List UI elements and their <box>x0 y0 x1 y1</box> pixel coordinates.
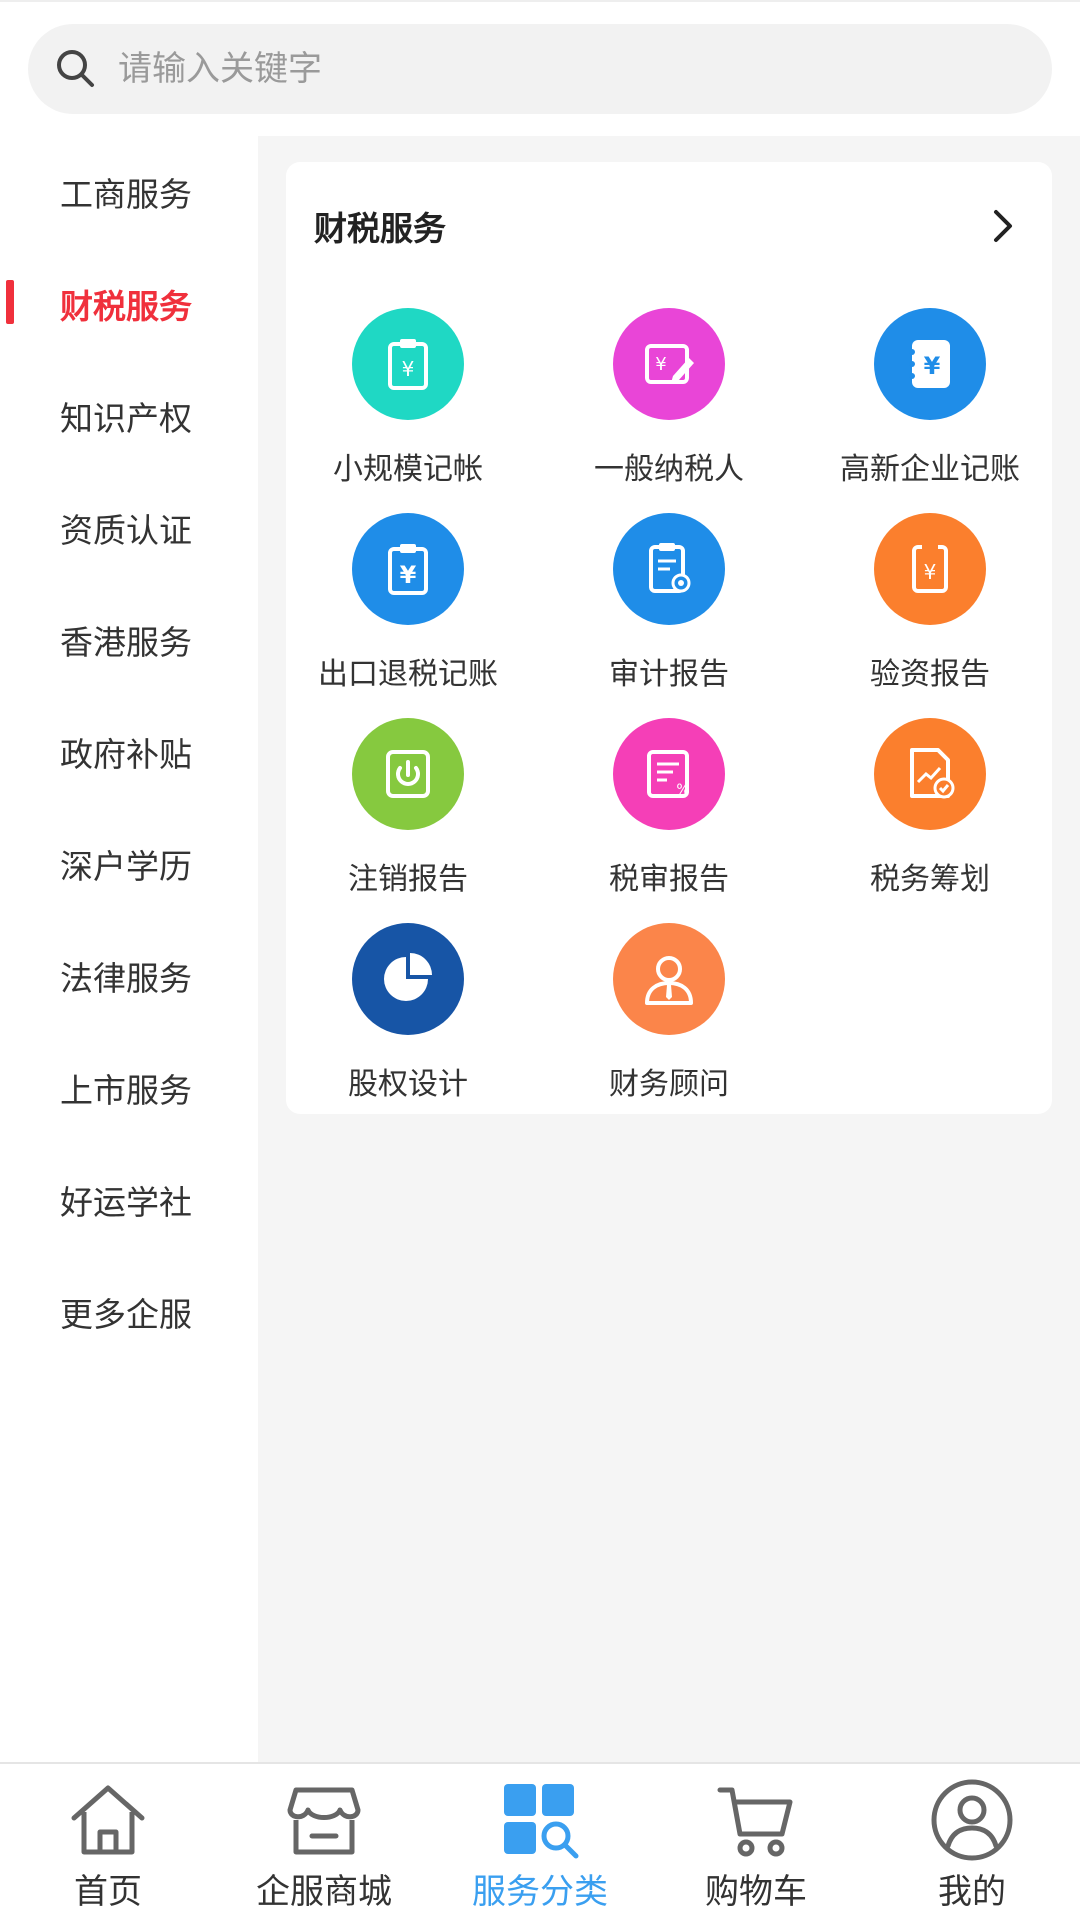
tab-label: 我的 <box>938 1872 1006 1912</box>
tab-cart[interactable]: 购物车 <box>648 1764 864 1920</box>
yen-document-icon: ¥ <box>874 513 986 625</box>
store-icon <box>287 1787 361 1855</box>
service-capital-verification[interactable]: ¥ 验资报告 <box>808 495 1052 700</box>
tab-profile[interactable]: 我的 <box>864 1764 1080 1920</box>
service-small-scale-bookkeeping[interactable]: ¥ 小规模记帐 <box>286 290 530 495</box>
cart-icon <box>717 1787 793 1857</box>
chevron-right-icon[interactable] <box>982 206 1022 246</box>
tab-store[interactable]: 企服商城 <box>216 1764 432 1920</box>
service-label: 注销报告 <box>348 862 468 897</box>
tab-label: 服务分类 <box>472 1872 608 1912</box>
sidebar-item-ip[interactable]: 知识产权 <box>0 360 258 472</box>
service-label: 验资报告 <box>870 657 990 692</box>
yen-notebook-icon: ¥ <box>874 308 986 420</box>
svg-text:¥: ¥ <box>655 354 666 375</box>
clipboard-yen-icon: ¥ <box>352 513 464 625</box>
sidebar-item-more[interactable]: 更多企服 <box>0 1256 258 1368</box>
search-header <box>0 0 1080 136</box>
tab-label: 首页 <box>74 1872 142 1912</box>
service-hightech-bookkeeping[interactable]: ¥ 高新企业记账 <box>808 290 1052 495</box>
sidebar-item-hukou-education[interactable]: 深户学历 <box>0 808 258 920</box>
tab-label: 企服商城 <box>256 1872 392 1912</box>
tab-home[interactable]: 首页 <box>0 1764 216 1920</box>
section-header[interactable]: 财税服务 <box>286 162 1052 290</box>
sidebar-item-business[interactable]: 工商服务 <box>0 136 258 248</box>
svg-text:¥: ¥ <box>924 560 937 584</box>
service-tax-audit-report[interactable]: % 税审报告 <box>547 700 791 905</box>
tab-service-category[interactable]: 服务分类 <box>432 1764 648 1920</box>
service-label: 高新企业记账 <box>840 452 1020 487</box>
sidebar-item-listing[interactable]: 上市服务 <box>0 1032 258 1144</box>
tax-form-icon: % <box>613 718 725 830</box>
service-card: 财税服务 ¥ 小规模记帐 ¥ 一般纳税人 ¥ 高新企业记账 ¥ 出口退税记账 审… <box>286 162 1052 1114</box>
service-label: 审计报告 <box>609 657 729 692</box>
tab-label: 购物车 <box>705 1872 807 1912</box>
yen-pen-icon: ¥ <box>613 308 725 420</box>
service-label: 财务顾问 <box>609 1067 729 1102</box>
sidebar-item-subsidy[interactable]: 政府补贴 <box>0 696 258 808</box>
sidebar-item-qualification[interactable]: 资质认证 <box>0 472 258 584</box>
bottom-tab-bar: 首页 企服商城 服务分类 购物车 我的 <box>0 1762 1080 1920</box>
consultant-icon <box>613 923 725 1035</box>
sidebar-item-legal[interactable]: 法律服务 <box>0 920 258 1032</box>
service-financial-consultant[interactable]: 财务顾问 <box>547 905 791 1110</box>
pie-chart-icon <box>352 923 464 1035</box>
svg-text:¥: ¥ <box>924 352 941 380</box>
svg-text:%: % <box>676 782 689 798</box>
sidebar-item-finance-tax[interactable]: 财税服务 <box>0 248 258 360</box>
trend-check-icon <box>874 718 986 830</box>
user-icon <box>931 1779 1013 1861</box>
svg-text:¥: ¥ <box>400 561 417 589</box>
service-label: 出口退税记账 <box>318 657 498 692</box>
service-label: 股权设计 <box>348 1067 468 1102</box>
svg-text:¥: ¥ <box>402 357 415 381</box>
service-equity-design[interactable]: 股权设计 <box>286 905 530 1110</box>
search-input[interactable] <box>118 49 1018 89</box>
service-label: 税务筹划 <box>870 862 990 897</box>
home-icon <box>71 1785 145 1855</box>
service-general-taxpayer[interactable]: ¥ 一般纳税人 <box>547 290 791 495</box>
sidebar-item-hongkong[interactable]: 香港服务 <box>0 584 258 696</box>
power-icon <box>352 718 464 830</box>
search-icon <box>57 50 94 87</box>
service-tax-planning[interactable]: 税务筹划 <box>808 700 1052 905</box>
search-bar[interactable] <box>28 24 1052 114</box>
service-label: 税审报告 <box>609 862 729 897</box>
service-export-rebate[interactable]: ¥ 出口退税记账 <box>286 495 530 700</box>
service-grid: ¥ 小规模记帐 ¥ 一般纳税人 ¥ 高新企业记账 ¥ 出口退税记账 审计报告 ¥… <box>286 290 1052 1110</box>
service-label: 一般纳税人 <box>594 452 744 487</box>
section-title: 财税服务 <box>314 209 446 248</box>
service-audit-report[interactable]: 审计报告 <box>547 495 791 700</box>
report-gear-icon <box>613 513 725 625</box>
clipboard-yen-icon: ¥ <box>352 308 464 420</box>
service-label: 小规模记帐 <box>333 452 483 487</box>
sidebar-item-academy[interactable]: 好运学社 <box>0 1144 258 1256</box>
category-sidebar: 工商服务 财税服务 知识产权 资质认证 香港服务 政府补贴 深户学历 法律服务 … <box>0 136 258 1762</box>
service-deregistration-report[interactable]: 注销报告 <box>286 700 530 905</box>
category-icon <box>504 1784 579 1859</box>
content-area: 财税服务 ¥ 小规模记帐 ¥ 一般纳税人 ¥ 高新企业记账 ¥ 出口退税记账 审… <box>258 136 1080 1762</box>
